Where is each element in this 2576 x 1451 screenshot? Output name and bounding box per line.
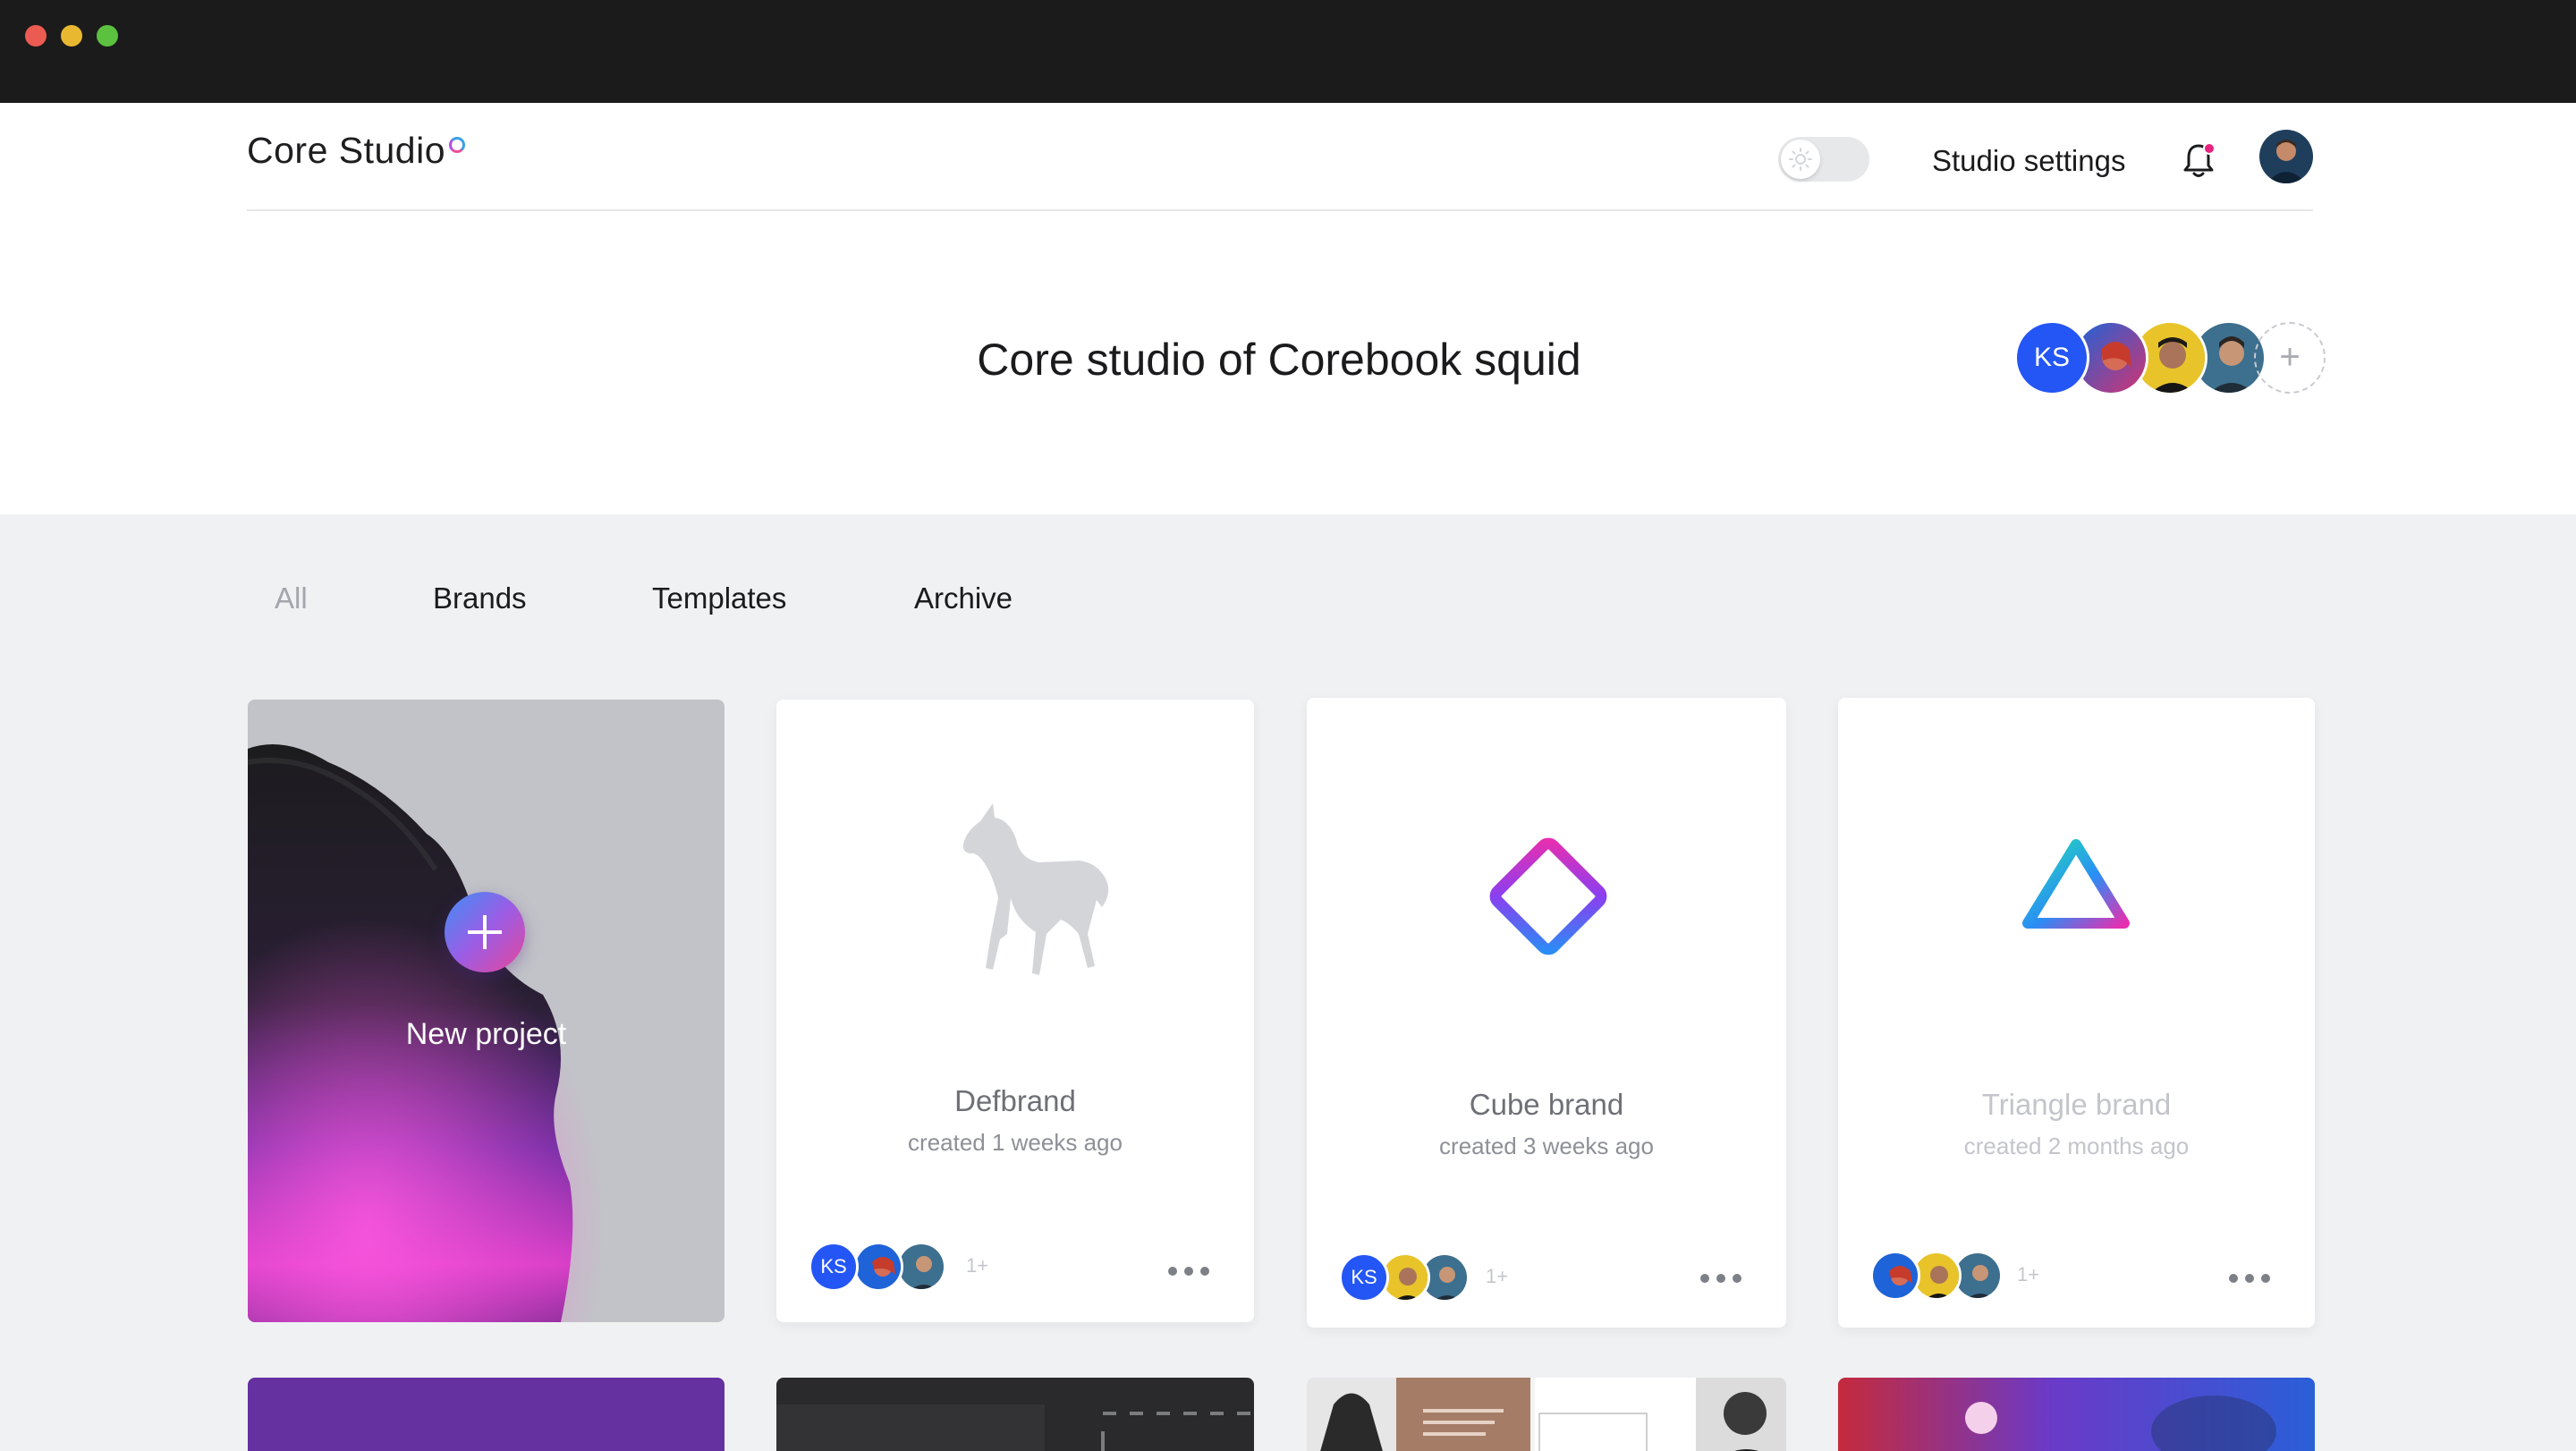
project-card-partial[interactable] [1838,1378,2315,1451]
diamond-logo-icon [1489,837,1607,955]
extra-members-count: 1+ [1486,1265,1509,1287]
window-titlebar [0,0,2576,103]
project-created-date: created 2 months ago [1963,1133,2190,1159]
project-members: KS 1+ [809,1242,989,1292]
more-options-icon[interactable] [1168,1267,1209,1277]
project-members: 1+ [1870,1251,2049,1301]
logo-ring-icon [449,137,465,153]
project-members: KS 1+ [1339,1252,1518,1303]
more-options-icon[interactable] [2229,1274,2270,1285]
project-card-cube-brand[interactable]: Cube brand created 3 weeks ago KS 1+ [1307,698,1786,1328]
dark-template-preview [776,1404,1250,1451]
member-avatar-initials: KS [809,1242,859,1292]
new-project-artwork [248,700,724,1322]
tab-templates[interactable]: Templates [652,581,786,615]
new-project-label: New project [405,1017,567,1051]
triangle-logo-icon [2022,839,2130,929]
toggle-knob [1781,140,1820,179]
studio-settings-link[interactable]: Studio settings [1932,144,2125,178]
add-member-button[interactable]: + [2254,322,2326,394]
minimize-window-button[interactable] [61,25,82,47]
maximize-window-button[interactable] [97,25,118,47]
project-card-partial[interactable] [1307,1378,1786,1451]
tab-all[interactable]: All [275,581,308,615]
member-avatar [896,1242,946,1292]
plus-icon[interactable] [445,892,525,972]
notification-badge [2203,142,2216,155]
header-divider [247,209,2313,211]
user-avatar[interactable] [2259,130,2313,183]
project-created-date: created 1 weeks ago [908,1129,1123,1156]
close-window-button[interactable] [25,25,47,47]
project-card-triangle-brand[interactable]: Triangle brand created 2 months ago 1+ [1838,698,2315,1328]
extra-members-count: 1+ [2017,1263,2040,1286]
project-title: Cube brand [1469,1088,1624,1121]
project-card-partial[interactable] [248,1378,724,1451]
member-avatar [1870,1251,1920,1301]
more-options-icon[interactable] [1700,1274,1741,1285]
tab-brands[interactable]: Brands [433,581,527,615]
member-avatar [853,1242,903,1292]
sun-icon [1789,148,1812,171]
studio-header: Core Studio Studio settings Core studio … [0,103,2576,514]
editorial-template-preview [1307,1378,1786,1451]
portrait-template-preview [1838,1378,2315,1451]
member-avatar-initials: KS [1339,1252,1389,1303]
project-created-date: created 3 weeks ago [1439,1133,1654,1159]
app-logo[interactable]: Core Studio [247,130,445,172]
project-card-defbrand[interactable]: Defbrand created 1 weeks ago KS 1+ [776,700,1254,1322]
studio-members: KS + [2014,320,2326,395]
project-title: Triangle brand [1981,1088,2172,1121]
horse-logo-icon [962,803,1109,975]
extra-members-count: 1+ [966,1254,989,1277]
project-card-partial[interactable] [776,1378,1254,1451]
new-project-card[interactable]: New project [248,700,724,1322]
project-title: Defbrand [954,1084,1076,1117]
theme-toggle[interactable] [1778,137,1869,182]
member-avatar-initials[interactable]: KS [2014,320,2089,395]
tab-archive[interactable]: Archive [914,581,1013,615]
